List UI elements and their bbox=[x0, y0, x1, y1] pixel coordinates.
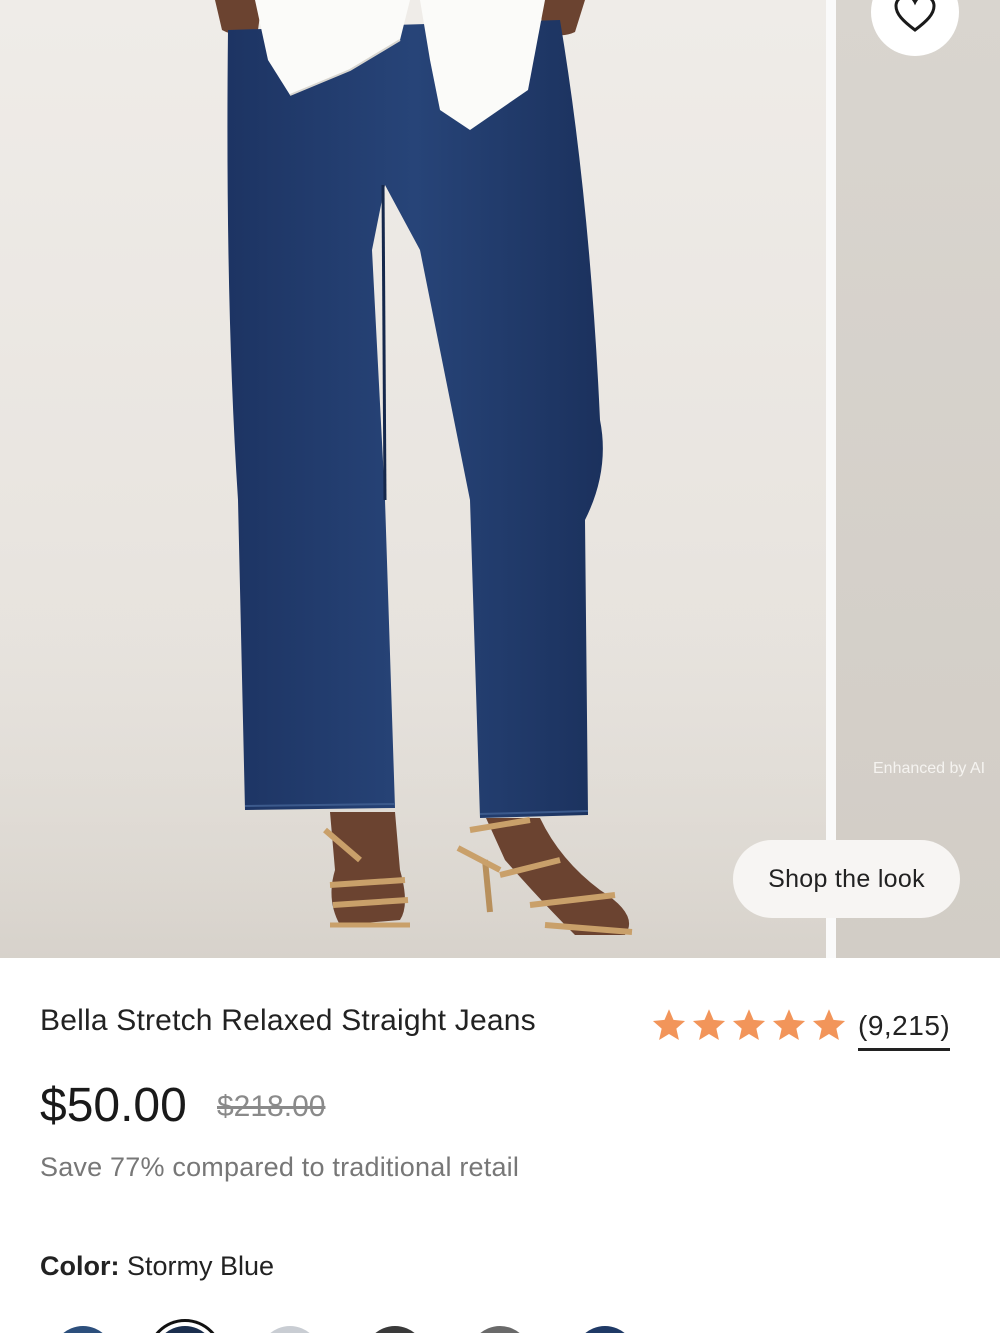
review-count-link[interactable]: (9,215) bbox=[858, 1010, 951, 1051]
star-icon bbox=[772, 1008, 806, 1040]
product-photo[interactable] bbox=[0, 0, 826, 958]
rating-stars bbox=[650, 1007, 850, 1043]
next-product-photo[interactable] bbox=[836, 0, 1000, 958]
color-selector-label: Color: Stormy Blue bbox=[40, 1251, 274, 1282]
star-icon bbox=[812, 1008, 846, 1040]
sale-price: $50.00 bbox=[40, 1079, 187, 1132]
selected-color-name: Stormy Blue bbox=[127, 1251, 275, 1281]
color-swatch[interactable] bbox=[574, 1326, 636, 1333]
color-swatch[interactable] bbox=[364, 1326, 426, 1333]
product-image-gallery[interactable]: Enhanced by AI Shop the look bbox=[0, 0, 1000, 958]
color-swatch[interactable] bbox=[469, 1326, 531, 1333]
color-label: Color: bbox=[40, 1251, 120, 1281]
product-rating[interactable]: (9,215) bbox=[650, 1004, 951, 1051]
color-swatches bbox=[0, 1314, 1000, 1333]
color-swatch[interactable] bbox=[259, 1326, 321, 1333]
enhanced-by-ai-label: Enhanced by AI bbox=[873, 760, 986, 777]
star-icon bbox=[692, 1008, 726, 1040]
star-icon bbox=[652, 1008, 686, 1040]
star-icon bbox=[732, 1008, 766, 1040]
heart-icon bbox=[894, 0, 936, 32]
color-swatch[interactable] bbox=[52, 1326, 114, 1333]
model-illustration bbox=[0, 0, 826, 958]
savings-text: Save 77% compared to traditional retail bbox=[40, 1152, 520, 1182]
shop-the-look-button[interactable]: Shop the look bbox=[733, 840, 960, 918]
gallery-divider bbox=[826, 0, 836, 958]
product-title: Bella Stretch Relaxed Straight Jeans bbox=[40, 1004, 536, 1037]
color-swatch[interactable] bbox=[154, 1326, 216, 1333]
original-price: $218.00 bbox=[217, 1090, 326, 1123]
